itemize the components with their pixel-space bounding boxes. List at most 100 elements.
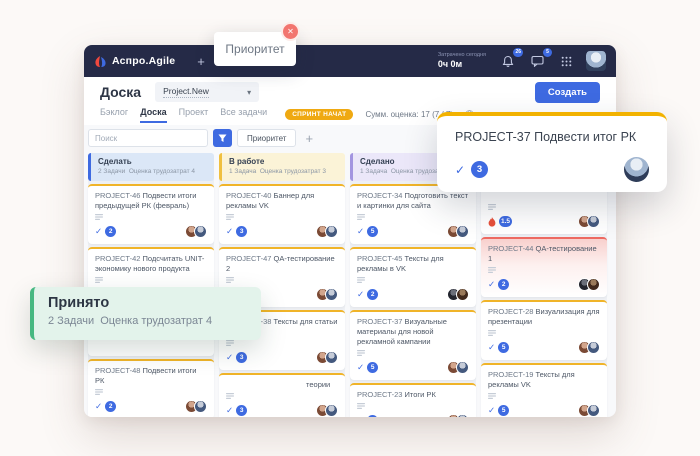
time-tracker[interactable]: Затрачено сегодня 0ч 0м (438, 52, 486, 70)
description-icon (357, 403, 365, 409)
logo-icon (94, 55, 107, 68)
card-footer: ✓2 (95, 400, 207, 413)
assignee-avatar (624, 157, 649, 182)
card-id: PROJECT-19 (488, 370, 536, 379)
card-project-46[interactable]: PROJECT-46 Подвести итоги предыдущей РК … (88, 184, 214, 244)
card-title: теории (226, 380, 338, 390)
add-filter-button[interactable]: + (305, 131, 313, 146)
tab-backlog[interactable]: Бэклог (100, 107, 128, 121)
app-logo[interactable]: Аспро.Agile (94, 55, 175, 68)
card-id: PROJECT-34 (357, 191, 405, 200)
checkmark-icon: ✓ (357, 362, 364, 373)
assignee-avatars (316, 225, 338, 238)
checkmark-icon: ✓ (357, 289, 364, 300)
card-project-48[interactable]: PROJECT-48 Подвести итоги РК ✓2 (88, 359, 214, 417)
avatar (325, 351, 338, 364)
checkmark-icon: ✓ (226, 352, 233, 363)
card-id: PROJECT-42 (95, 254, 143, 263)
description-icon (488, 204, 496, 210)
assignee-avatars (578, 215, 600, 228)
description-icon (488, 330, 496, 336)
avatar (456, 288, 469, 301)
card-title: PROJECT-48 Подвести итоги РК (95, 366, 207, 386)
assignee-avatars (447, 414, 469, 417)
checkmark-icon: ✓ (226, 226, 233, 237)
card-project-23[interactable]: PROJECT-23 Итоги РК✓5 (350, 383, 476, 417)
tab-all-tasks[interactable]: Все задачи (220, 107, 267, 121)
estimate-badge: 5 (498, 405, 509, 416)
estimate-badge: 5 (498, 342, 509, 353)
card-footer: ✓5 (488, 341, 600, 354)
apps-grid-icon[interactable] (557, 52, 575, 70)
card-project-45[interactable]: PROJECT-45 Тексты для рекламы в VK ✓2 (350, 247, 476, 307)
checkmark-icon: ✓ (488, 405, 495, 416)
assignee-avatars (185, 225, 207, 238)
bell-badge: 26 (513, 48, 523, 57)
description-icon (226, 340, 234, 346)
messages-badge: 5 (543, 48, 552, 57)
avatar (194, 400, 207, 413)
estimate-badge: 2 (367, 289, 378, 300)
card-title: PROJECT-45 Тексты для рекламы в VK (357, 254, 469, 274)
add-icon[interactable]: + (197, 54, 205, 69)
estimate-badge: 3 (236, 405, 247, 416)
card-title: PROJECT-19 Тексты для рекламы VK (488, 370, 600, 390)
chevron-down-icon: ▾ (247, 88, 251, 97)
user-avatar[interactable] (586, 51, 606, 71)
estimate-badge: 2 (498, 279, 509, 290)
close-icon[interactable]: ✕ (281, 22, 300, 41)
assignee-avatars (316, 288, 338, 301)
assignee-avatars (185, 400, 207, 413)
checkmark-icon: ✓ (455, 163, 465, 177)
kanban-board: Сделать2 Задачи Оценка трудозатрат 4PROJ… (84, 153, 616, 417)
card-project-28[interactable]: PROJECT-28 Визуализация для презентации✓… (481, 300, 607, 360)
search-input[interactable] (88, 129, 208, 147)
assignee-avatars (447, 361, 469, 374)
description-icon (488, 393, 496, 399)
card-title: PROJECT-34 Подготовить текст и картинки … (357, 191, 469, 211)
card-title: PROJECT-42 Подсчитать UNIT-экономику нов… (95, 254, 207, 274)
fire-icon (488, 217, 496, 227)
filter-button[interactable] (213, 129, 232, 147)
project-select[interactable]: Project.New ▾ (155, 82, 259, 102)
avatar (587, 341, 600, 354)
estimate-badge: 5 (367, 362, 378, 373)
popup-card-project-37[interactable]: PROJECT-37 Подвести итог РК ✓ 3 (437, 112, 667, 192)
assignee-avatars (316, 404, 338, 417)
app-window: Аспро.Agile + Сп Затрачено сегодня 0ч 0м… (84, 45, 616, 417)
assignee-avatars (447, 288, 469, 301)
card-project-34[interactable]: PROJECT-34 Подготовить текст и картинки … (350, 184, 476, 244)
estimate-badge: 2 (105, 226, 116, 237)
card-id: PROJECT-37 (357, 317, 405, 326)
avatar (456, 225, 469, 238)
description-icon (95, 214, 103, 220)
card-footer: ✓5 (488, 404, 600, 417)
card-project-37[interactable]: PROJECT-37 Визуальные материалы для ново… (350, 310, 476, 380)
description-icon (95, 277, 103, 283)
card-footer: ✓3 (226, 225, 338, 238)
description-icon (226, 214, 234, 220)
card-footer: ✓5 (357, 361, 469, 374)
card-footer: ✓3 (226, 351, 338, 364)
card-id: PROJECT-45 (357, 254, 405, 263)
notifications-bell-icon[interactable]: 26 (499, 52, 517, 70)
estimate-badge: 3 (236, 352, 247, 363)
avatar (587, 404, 600, 417)
estimate-badge: 5 (367, 415, 378, 417)
card-footer: ✓5 (357, 225, 469, 238)
column-title: Сделать (98, 157, 207, 166)
checkmark-icon: ✓ (488, 279, 495, 290)
description-icon (226, 393, 234, 399)
create-button[interactable]: Создать (535, 82, 600, 103)
card-id: PROJECT-48 (95, 366, 143, 375)
card-footer: ✓5 (357, 414, 469, 417)
filter-chip-priority[interactable]: Приоритет (237, 129, 296, 147)
messages-icon[interactable]: 5 (528, 52, 546, 70)
card-project-44[interactable]: PROJECT-44 QA-тестирование 1✓2 (481, 237, 607, 297)
tab-project[interactable]: Проект (179, 107, 209, 121)
card[interactable]: теории✓3 (219, 373, 345, 417)
card-project-40[interactable]: PROJECT-40 Баннер для рекламы VK✓3 (219, 184, 345, 244)
card-project-19[interactable]: PROJECT-19 Тексты для рекламы VK ✓5 (481, 363, 607, 417)
tab-board[interactable]: Доска (140, 107, 166, 123)
avatar (587, 215, 600, 228)
